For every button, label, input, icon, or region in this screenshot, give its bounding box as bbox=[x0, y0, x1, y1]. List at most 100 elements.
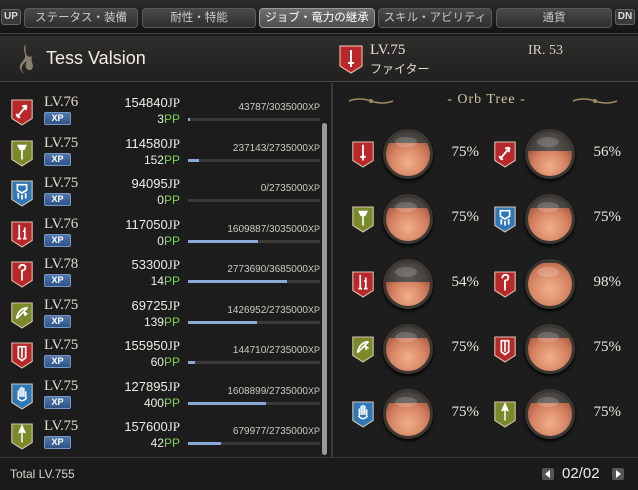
job-level: LV.76 bbox=[44, 94, 78, 110]
orb-row: 75% 75% bbox=[335, 322, 638, 380]
experience-bar bbox=[188, 442, 320, 445]
orb-percentage: 75% bbox=[593, 339, 622, 355]
job-row[interactable]: LV.75 XP 155950JP 60PP 144710/2735000XP bbox=[0, 336, 322, 376]
orb-fill bbox=[386, 282, 430, 306]
orb-cell[interactable]: 75% bbox=[335, 322, 485, 380]
experience-bar-fill bbox=[188, 401, 266, 405]
job-row[interactable]: LV.78 XP 53300JP 14PP 2773690/3685000XP bbox=[0, 255, 322, 295]
orb-cell[interactable]: 75% bbox=[335, 387, 485, 445]
experience-bar bbox=[188, 320, 320, 324]
experience-bar bbox=[188, 158, 320, 162]
job-row[interactable]: LV.75 XP 94095JP 0PP 0/2735000XP bbox=[0, 174, 322, 214]
orb-gauge bbox=[383, 324, 433, 374]
dual-blade-icon bbox=[10, 220, 34, 253]
orb-cell[interactable]: 98% bbox=[477, 257, 627, 315]
job-row[interactable]: LV.75 XP 69725JP 139PP 1426952/2735000XP bbox=[0, 296, 322, 336]
experience-bar-fill bbox=[188, 361, 195, 364]
experience-value: 1609887/3035000XP bbox=[227, 223, 320, 235]
item-rank: IR. 53 bbox=[528, 43, 563, 58]
job-level: LV.75 bbox=[44, 377, 78, 394]
orb-fill bbox=[386, 208, 430, 241]
experience-value: 0/2735000XP bbox=[260, 183, 320, 194]
orb-cell[interactable]: 56% bbox=[477, 127, 627, 185]
job-points: 127895JP bbox=[124, 378, 180, 394]
job-level: LV.78 bbox=[44, 256, 78, 272]
job-row[interactable]: LV.75 XP 127895JP 400PP 1608899/2735000XP bbox=[0, 377, 322, 417]
passive-points: 0PP bbox=[157, 193, 180, 207]
tab-resistance[interactable]: 耐性・特能 bbox=[142, 8, 256, 28]
tab-status-equipment[interactable]: ステータス・装備 bbox=[24, 8, 138, 28]
character-name: Tess Valsion bbox=[46, 48, 146, 68]
xp-badge: XP bbox=[44, 233, 71, 247]
passive-points: 139PP bbox=[143, 314, 180, 329]
tab-job-inheritance[interactable]: ジョブ・竜力の継承 bbox=[259, 8, 375, 28]
orb-cell[interactable]: 75% bbox=[477, 192, 627, 250]
bow-icon bbox=[10, 301, 34, 334]
orb-cell[interactable]: 75% bbox=[335, 127, 485, 185]
arrow-icon bbox=[493, 140, 517, 173]
orb-row: 75% 75% bbox=[335, 387, 638, 445]
job-points: 114580JP bbox=[125, 135, 180, 151]
tab-skill-ability[interactable]: スキル・アビリティ bbox=[378, 8, 492, 28]
orb-percentage: 75% bbox=[593, 404, 622, 420]
job-row[interactable]: LV.76 XP 154840JP 3PP 43787/3035000XP bbox=[0, 93, 322, 133]
scrollbar-thumb[interactable] bbox=[322, 123, 327, 455]
xp-badge: XP bbox=[44, 395, 71, 409]
job-level: LV.76 bbox=[44, 215, 78, 232]
orb-cell[interactable]: 75% bbox=[477, 387, 627, 445]
orb-gauge bbox=[525, 389, 575, 439]
total-level: Total LV.755 bbox=[10, 467, 75, 481]
job-row[interactable]: LV.76 XP 117050JP 0PP 1609887/3035000XP bbox=[0, 215, 322, 255]
passive-points: 42PP bbox=[150, 436, 180, 450]
experience-bar bbox=[188, 361, 320, 364]
tab-currency[interactable]: 通貨 bbox=[496, 8, 612, 28]
current-job-sword-icon bbox=[338, 44, 364, 79]
experience-bar bbox=[188, 280, 320, 283]
fortress-icon bbox=[493, 205, 517, 238]
job-level: LV.75 bbox=[44, 337, 78, 353]
torch-icon bbox=[351, 205, 375, 238]
job-list[interactable]: LV.76 XP 154840JP 3PP 43787/3035000XP LV.75 XP… bbox=[0, 83, 333, 457]
orb-percentage: 54% bbox=[451, 274, 480, 290]
orb-gauge bbox=[525, 324, 575, 374]
job-points: 69725JP bbox=[131, 297, 180, 313]
orb-cell[interactable]: 75% bbox=[335, 192, 485, 250]
job-list-scrollbar[interactable] bbox=[322, 123, 327, 455]
orb-percentage: 75% bbox=[593, 209, 622, 225]
orb-cell[interactable]: 75% bbox=[477, 322, 627, 380]
job-level: LV.75 bbox=[44, 418, 78, 434]
ornament-right-icon bbox=[572, 98, 618, 104]
passive-points: 3PP bbox=[157, 112, 180, 126]
orb-row: 54% 98% bbox=[335, 257, 638, 315]
orb-fill bbox=[528, 403, 572, 436]
orb-cell[interactable]: 54% bbox=[335, 257, 485, 315]
current-job-level: LV.75 bbox=[370, 42, 406, 58]
xp-badge: XP bbox=[44, 274, 71, 287]
orb-fill bbox=[386, 338, 430, 371]
job-row[interactable]: LV.75 XP 157600JP 42PP 679977/2735000XP bbox=[0, 417, 322, 457]
job-points: 117050JP bbox=[125, 216, 180, 232]
tab-bar: UP ステータス・装備 耐性・特能 ジョブ・竜力の継承 スキル・アビリティ 通貨… bbox=[0, 0, 638, 34]
job-row[interactable]: LV.75 XP 114580JP 152PP 237143/2735000XP bbox=[0, 134, 322, 174]
page-up-button[interactable]: UP bbox=[1, 9, 21, 25]
orb-gauge bbox=[525, 194, 575, 244]
hand-icon bbox=[351, 400, 375, 433]
next-page-button[interactable] bbox=[612, 468, 624, 480]
job-points: 155950JP bbox=[124, 338, 180, 353]
previous-page-button[interactable] bbox=[542, 468, 554, 480]
xp-badge: XP bbox=[44, 314, 71, 328]
orb-percentage: 98% bbox=[593, 274, 622, 290]
experience-value: 237143/2735000XP bbox=[232, 142, 320, 154]
xp-badge: XP bbox=[44, 355, 71, 368]
experience-value: 1608899/2735000XP bbox=[227, 385, 320, 397]
page-indicator: 02/02 bbox=[562, 465, 600, 482]
xp-badge: XP bbox=[44, 436, 71, 449]
experience-bar bbox=[188, 401, 320, 405]
page-down-button[interactable]: DN bbox=[615, 9, 635, 25]
staff-icon bbox=[493, 270, 517, 303]
xp-badge: XP bbox=[44, 112, 71, 125]
experience-bar-fill bbox=[188, 158, 200, 162]
experience-bar-fill bbox=[188, 239, 258, 243]
orb-percentage: 75% bbox=[451, 144, 480, 160]
orb-fill bbox=[386, 403, 430, 436]
